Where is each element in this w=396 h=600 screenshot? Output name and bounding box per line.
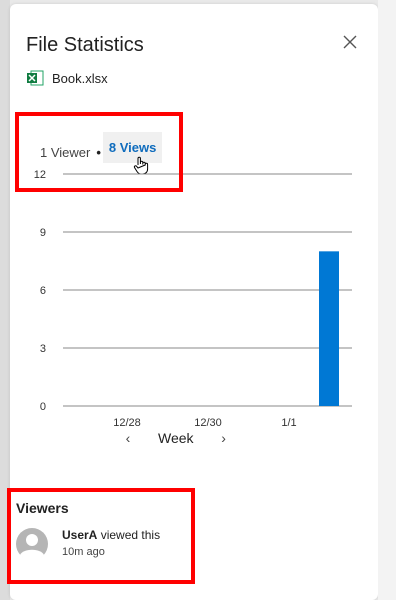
highlight-box-summary [15,112,183,192]
excel-file-icon [27,70,44,86]
y-tick-label: 9 [40,227,46,239]
background-edge [378,0,396,600]
panel-title: File Statistics [26,34,144,56]
close-icon[interactable] [342,34,358,50]
views-bar-chart: 03691212/28 12/30 1/1 [34,169,352,429]
x-tick-label: 1/1 [281,417,296,429]
x-tick-label: 12/28 [113,417,141,429]
week-navigation: ‹ Week › [118,430,234,446]
week-label: Week [158,430,194,446]
next-week-button[interactable]: › [214,430,234,446]
y-tick-label: 0 [40,401,46,413]
highlight-box-viewers [7,488,195,584]
y-tick-label: 3 [40,343,46,355]
x-tick-label: 12/30 [194,417,222,429]
file-row: Book.xlsx [26,70,108,86]
prev-week-button[interactable]: ‹ [118,430,138,446]
y-tick-label: 6 [40,285,46,297]
bar[interactable] [319,251,339,406]
file-name: Book.xlsx [52,70,108,86]
